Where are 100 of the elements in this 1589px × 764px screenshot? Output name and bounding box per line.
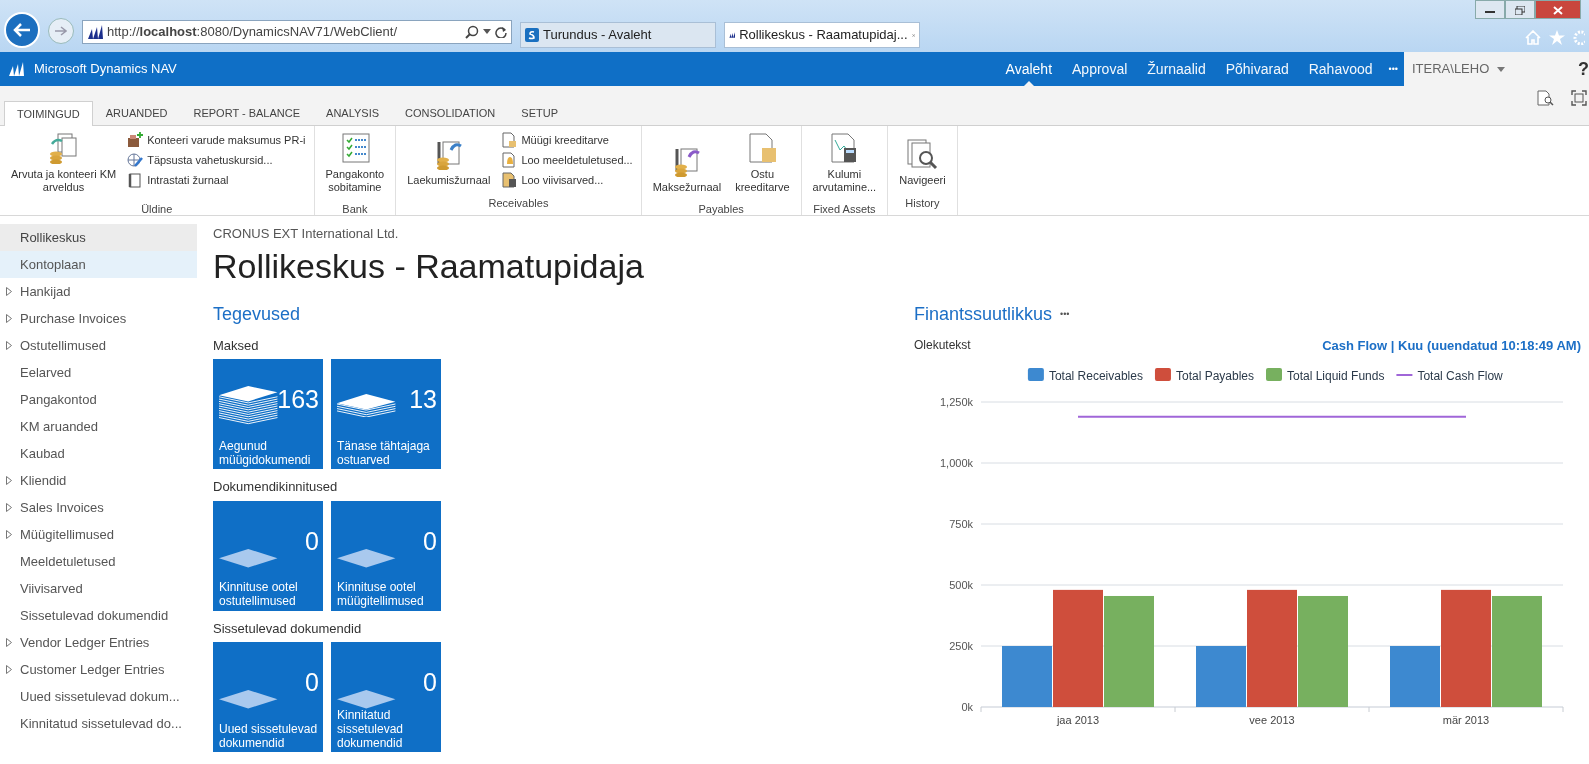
legend-item[interactable]: Total Receivables (1027, 368, 1143, 384)
page-title: Rollikeskus - Raamatupidaja (213, 247, 645, 285)
url-text: http://localhost:8080/DynamicsNAV71/WebClient/ (107, 23, 398, 42)
nav-link[interactable]: Žurnaalid (1137, 52, 1216, 86)
sidebar-item[interactable]: Müügitellimused (0, 521, 197, 548)
document-calculator-icon (501, 172, 518, 188)
legend-item[interactable]: Total Cash Flow (1395, 369, 1503, 384)
legend-item[interactable]: Total Liquid Funds (1266, 368, 1385, 384)
ribbon-tab[interactable]: ARUANDED (92, 99, 181, 125)
back-arrow-icon (13, 23, 31, 37)
forward-arrow-icon (55, 26, 67, 36)
sharepoint-icon (525, 28, 539, 42)
chart-settings-link[interactable]: Cash Flow | Kuu (uuendatud 10:18:49 AM) (1322, 335, 1581, 356)
app-title: Microsoft Dynamics NAV (34, 60, 177, 79)
sidebar-item[interactable]: Customer Ledger Entries (0, 656, 197, 683)
back-button[interactable] (4, 12, 40, 48)
expand-triangle-icon[interactable] (6, 638, 12, 647)
ribbon-tab[interactable]: CONSOLIDATION (392, 99, 509, 125)
nav-link[interactable]: Põhivarad (1215, 52, 1299, 86)
axis-tick-label: 1,250k (939, 396, 973, 409)
ribbon-button[interactable]: Arvuta ja konteeri KM arveldus (8, 130, 120, 202)
sidebar-item[interactable]: Hankijad (0, 278, 197, 305)
section-title[interactable]: Tegevused (213, 300, 914, 328)
ribbon-group-label: Bank (341, 202, 369, 218)
ribbon-tab[interactable]: ANALYSIS (313, 99, 393, 125)
sidebar-item[interactable]: Kaubad (0, 440, 197, 467)
sidebar-item[interactable]: Kinnitatud sissetulevad do... (0, 710, 197, 737)
sidebar-item[interactable]: Kliendid (0, 467, 197, 494)
activity-tile[interactable]: 0 Kinnituse ootel ostutellimused (213, 500, 323, 611)
ribbon-button[interactable]: Müügi kreeditarve (501, 130, 633, 150)
axis-tick-label: 250k (949, 640, 973, 653)
ribbon-button[interactable]: Laekumisžurnaal (404, 130, 494, 195)
minimize-button[interactable] (1475, 0, 1505, 19)
ribbon-button[interactable]: Loo meeldetuletused... (501, 150, 633, 170)
star-icon[interactable] (1549, 30, 1565, 45)
address-bar[interactable]: http://localhost:8080/DynamicsNAV71/WebClient/ (82, 20, 512, 44)
caret-icon (483, 29, 491, 35)
fullscreen-icon[interactable] (1571, 90, 1587, 106)
user-menu[interactable]: ITERA\LEHO (1412, 59, 1490, 79)
expand-triangle-icon[interactable] (6, 503, 12, 512)
ribbon-group-label: Fixed Assets (812, 202, 877, 218)
document-bell-icon (501, 152, 518, 168)
expand-triangle-icon[interactable] (6, 341, 12, 350)
sidebar-item[interactable]: Meeldetuletused (0, 548, 197, 575)
browser-tab[interactable]: Turundus - Avaleht (520, 22, 716, 48)
nav-link[interactable]: Rahavood (1298, 52, 1383, 86)
activity-tile[interactable]: 13 Tänase tähtajaga ostuarved (331, 359, 441, 470)
empty-tray-icon (219, 690, 279, 711)
expand-triangle-icon[interactable] (6, 665, 12, 674)
sidebar-item[interactable]: Pangakontod (0, 386, 197, 413)
activity-tile[interactable]: 0 Kinnitatud sissetulevad dokumendid (331, 642, 441, 753)
ribbon-button[interactable]: Intrastati žurnaal (127, 170, 306, 190)
sidebar-item[interactable]: Kontoplaan (0, 251, 197, 278)
ribbon-button[interactable]: Ostu kreeditarve (732, 130, 793, 202)
axis-category-label: jaa 2013 (1056, 714, 1100, 727)
expand-triangle-icon[interactable] (6, 530, 12, 539)
empty-tray-icon (337, 690, 397, 711)
nav-link[interactable]: Approval (1062, 52, 1138, 86)
search-icon (465, 25, 479, 39)
sidebar-item[interactable]: Uued sissetulevad dokum... (0, 683, 197, 710)
ribbon-button[interactable]: Täpsusta vahetuskursid... (127, 150, 306, 170)
section-title[interactable]: Finantssuutlikkus (914, 300, 1053, 328)
ribbon-button[interactable]: Konteeri varude maksumus PR-i (127, 130, 306, 150)
sidebar-item[interactable]: Sissetulevad dokumendid (0, 602, 197, 629)
ribbon-button[interactable]: Maksežurnaal (649, 130, 725, 202)
document-search-icon[interactable] (1537, 90, 1555, 106)
empty-tray-icon (219, 548, 279, 569)
ribbon-tab[interactable]: SETUP (508, 99, 571, 125)
ribbon-tab[interactable]: TOIMINGUD (4, 100, 93, 126)
empty-tray-icon (337, 548, 397, 569)
sidebar-item[interactable]: Sales Invoices (0, 494, 197, 521)
sidebar-item[interactable]: Vendor Ledger Entries (0, 629, 197, 656)
activity-tile[interactable]: 0 Uued sissetulevad dokumendid (213, 642, 323, 753)
sidebar-item[interactable]: Eelarved (0, 359, 197, 386)
close-button[interactable] (1535, 0, 1581, 19)
ribbon-button[interactable]: Loo viivisarved... (501, 170, 633, 190)
sidebar-item[interactable]: Viivisarved (0, 575, 197, 602)
browser-tab[interactable]: Rollikeskus - Raamatupidaj... (724, 22, 920, 48)
expand-triangle-icon[interactable] (6, 476, 12, 485)
expand-triangle-icon[interactable] (6, 314, 12, 323)
legend-item[interactable]: Total Payables (1154, 368, 1254, 384)
legend-label: Total Cash Flow (1417, 369, 1504, 384)
ribbon-button[interactable]: Pangakonto sobitamine (322, 130, 388, 202)
activity-tile[interactable]: 0 Kinnituse ootel müügitellimused (331, 500, 441, 611)
sidebar-item[interactable]: Rollikeskus (0, 224, 197, 251)
sidebar-item[interactable]: Purchase Invoices (0, 305, 197, 332)
more-button[interactable]: ••• (1060, 307, 1070, 322)
activity-tile[interactable]: 163 Aegunud müügidokumendi (213, 359, 323, 470)
ribbon-button[interactable]: Navigeeri (896, 130, 949, 195)
axis-category-label: mär 2013 (1442, 714, 1490, 727)
sidebar-item[interactable]: Ostutellimused (0, 332, 197, 359)
expand-triangle-icon[interactable] (6, 287, 12, 296)
sidebar-item[interactable]: KM aruanded (0, 413, 197, 440)
nav-link[interactable]: Avaleht (995, 52, 1063, 86)
ribbon-button[interactable]: Kulumi arvutamine... (809, 130, 880, 202)
ribbon-tab[interactable]: REPORT - BALANCE (180, 99, 314, 125)
more-button[interactable]: ••• (1382, 52, 1404, 86)
help-button[interactable]: ? (1578, 55, 1589, 83)
ribbon-group-label: History (904, 195, 941, 211)
document-icon (746, 132, 779, 164)
